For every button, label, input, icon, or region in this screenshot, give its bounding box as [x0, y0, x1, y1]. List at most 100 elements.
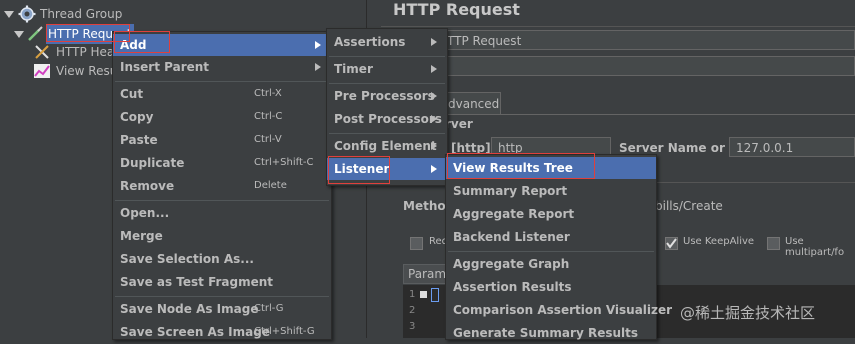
divider [381, 26, 855, 27]
menu-item-label: Add [120, 38, 147, 52]
fold-icon[interactable] [420, 291, 427, 298]
menu-item-label: Assertion Results [453, 280, 572, 294]
menu-item-save-node-as-image[interactable]: Save Node As Image Ctrl-G [113, 298, 331, 320]
tools-icon [34, 44, 50, 60]
menu-item-save-selection-as[interactable]: Save Selection As... [113, 248, 331, 270]
protocol-label: [http]: [451, 141, 496, 155]
menu-item-config-element[interactable]: Config Element [327, 135, 447, 157]
multipart-checkbox[interactable] [767, 237, 780, 250]
menu-item-save-screen-as-image[interactable]: Save Screen As Image Ctrl+Shift-G [113, 321, 331, 343]
menu-item-label: Aggregate Graph [453, 257, 570, 271]
menu-item-generate-summary-results[interactable]: Generate Summary Results [446, 322, 656, 344]
menu-item-assertions[interactable]: Assertions [327, 31, 447, 53]
caret [431, 288, 439, 302]
menu-separator [329, 56, 445, 57]
menu-item-merge[interactable]: Merge [113, 225, 331, 247]
menu-item-shortcut: Ctrl-X [254, 88, 282, 99]
menu-item-paste[interactable]: Paste Ctrl-V [113, 129, 331, 151]
pipette-icon [27, 26, 43, 42]
menu-separator [329, 83, 445, 84]
menu-item-label: Comparison Assertion Visualizer [453, 303, 673, 317]
server-group-label: rver [445, 117, 473, 131]
listener-submenu: View Results Tree Summary Report Aggrega… [445, 154, 672, 340]
submenu-arrow-icon [431, 142, 437, 150]
menu-item-timer[interactable]: Timer [327, 58, 447, 80]
expand-toggle-icon[interactable] [14, 31, 24, 38]
tab-divider [443, 114, 855, 115]
menu-item-label: Duplicate [120, 156, 185, 170]
menu-item-insert-parent[interactable]: Insert Parent [113, 56, 331, 78]
menu-item-comparison-assertion-visualizer[interactable]: Comparison Assertion Visualizer [446, 299, 672, 321]
tree-node-label: HTTP Hea [56, 45, 115, 59]
submenu-arrow-icon [431, 65, 437, 73]
line-number: 2 [409, 305, 416, 316]
menu-item-cut[interactable]: Cut Ctrl-X [113, 83, 331, 105]
path-input[interactable]: bills/Create [655, 199, 723, 213]
submenu-arrow-icon [431, 38, 437, 46]
menu-item-label: Save Screen As Image [120, 325, 270, 339]
add-submenu: Assertions Timer Pre Processors Post Pro… [326, 28, 448, 186]
menu-item-shortcut: Ctrl-C [254, 111, 283, 122]
menu-item-label: Aggregate Report [453, 207, 575, 221]
menu-item-label: Save as Test Fragment [120, 275, 274, 289]
menu-separator [115, 81, 329, 82]
menu-item-aggregate-graph[interactable]: Aggregate Graph [446, 253, 656, 275]
menu-item-label: Summary Report [453, 184, 568, 198]
menu-item-label: Insert Parent [120, 60, 210, 74]
context-menu: Add Insert Parent Cut Ctrl-X Copy Ctrl-C P… [112, 31, 332, 340]
menu-item-summary-report[interactable]: Summary Report [446, 180, 656, 202]
menu-item-listener[interactable]: Listener [327, 158, 447, 180]
menu-item-open[interactable]: Open... [113, 202, 331, 224]
redirect-checkbox[interactable] [410, 237, 423, 250]
submenu-arrow-icon [431, 92, 437, 100]
menu-item-view-results-tree[interactable]: View Results Tree [446, 157, 656, 179]
menu-separator [115, 296, 329, 297]
multipart-label: Use multipart/fo [785, 236, 845, 258]
keepalive-checkbox[interactable] [665, 237, 678, 250]
menu-item-shortcut: Ctrl-V [254, 134, 282, 145]
line-number: 1 [409, 289, 416, 300]
server-name-label: Server Name or IP: [619, 141, 748, 155]
menu-item-label: Remove [120, 179, 175, 193]
menu-item-shortcut: Ctrl+Shift-C [254, 157, 314, 168]
menu-item-assertion-results[interactable]: Assertion Results [446, 276, 656, 298]
menu-item-label: Post Processors [334, 112, 442, 126]
menu-item-copy[interactable]: Copy Ctrl-C [113, 106, 331, 128]
menu-item-shortcut: Ctrl+Shift-G [254, 326, 315, 337]
gear-icon [18, 5, 36, 23]
menu-item-backend-listener[interactable]: Backend Listener [446, 226, 656, 248]
comments-field[interactable]: s: [430, 56, 855, 76]
menu-item-label: View Results Tree [453, 161, 573, 175]
menu-item-shortcut: Delete [254, 180, 287, 191]
menu-item-label: Merge [120, 229, 163, 243]
submenu-arrow-icon [431, 115, 437, 123]
menu-item-save-as-test-fragment[interactable]: Save as Test Fragment [113, 271, 331, 293]
line-number: 3 [409, 321, 416, 332]
menu-item-remove[interactable]: Remove Delete [113, 175, 331, 197]
menu-item-label: Backend Listener [453, 230, 570, 244]
menu-item-label: Copy [120, 110, 154, 124]
panel-title: HTTP Request [393, 0, 520, 19]
menu-item-label: Assertions [334, 35, 406, 49]
submenu-arrow-icon [315, 63, 321, 71]
tab-advanced[interactable]: dvanced [443, 92, 501, 114]
menu-item-post-processors[interactable]: Post Processors [327, 108, 447, 130]
check-icon [666, 238, 677, 249]
menu-item-pre-processors[interactable]: Pre Processors [327, 85, 447, 107]
menu-item-add[interactable]: Add [113, 34, 331, 56]
server-name-input[interactable]: 127.0.0.1 [729, 137, 855, 157]
menu-item-label: Pre Processors [334, 89, 435, 103]
tab-label: dvanced [448, 97, 500, 111]
menu-item-label: Save Node As Image [120, 302, 259, 316]
menu-item-label: Paste [120, 133, 158, 147]
keepalive-label: Use KeepAlive [683, 236, 755, 247]
menu-item-label: Open... [120, 206, 170, 220]
tree-node-label: Thread Group [40, 7, 123, 21]
menu-item-label: Config Element [334, 139, 437, 153]
menu-item-duplicate[interactable]: Duplicate Ctrl+Shift-C [113, 152, 331, 174]
tree-node-label: View Resu [56, 64, 118, 78]
expand-toggle-icon[interactable] [4, 11, 14, 18]
name-field[interactable]: HTTP Request [431, 30, 855, 50]
menu-separator [115, 200, 329, 201]
menu-item-aggregate-report[interactable]: Aggregate Report [446, 203, 656, 225]
